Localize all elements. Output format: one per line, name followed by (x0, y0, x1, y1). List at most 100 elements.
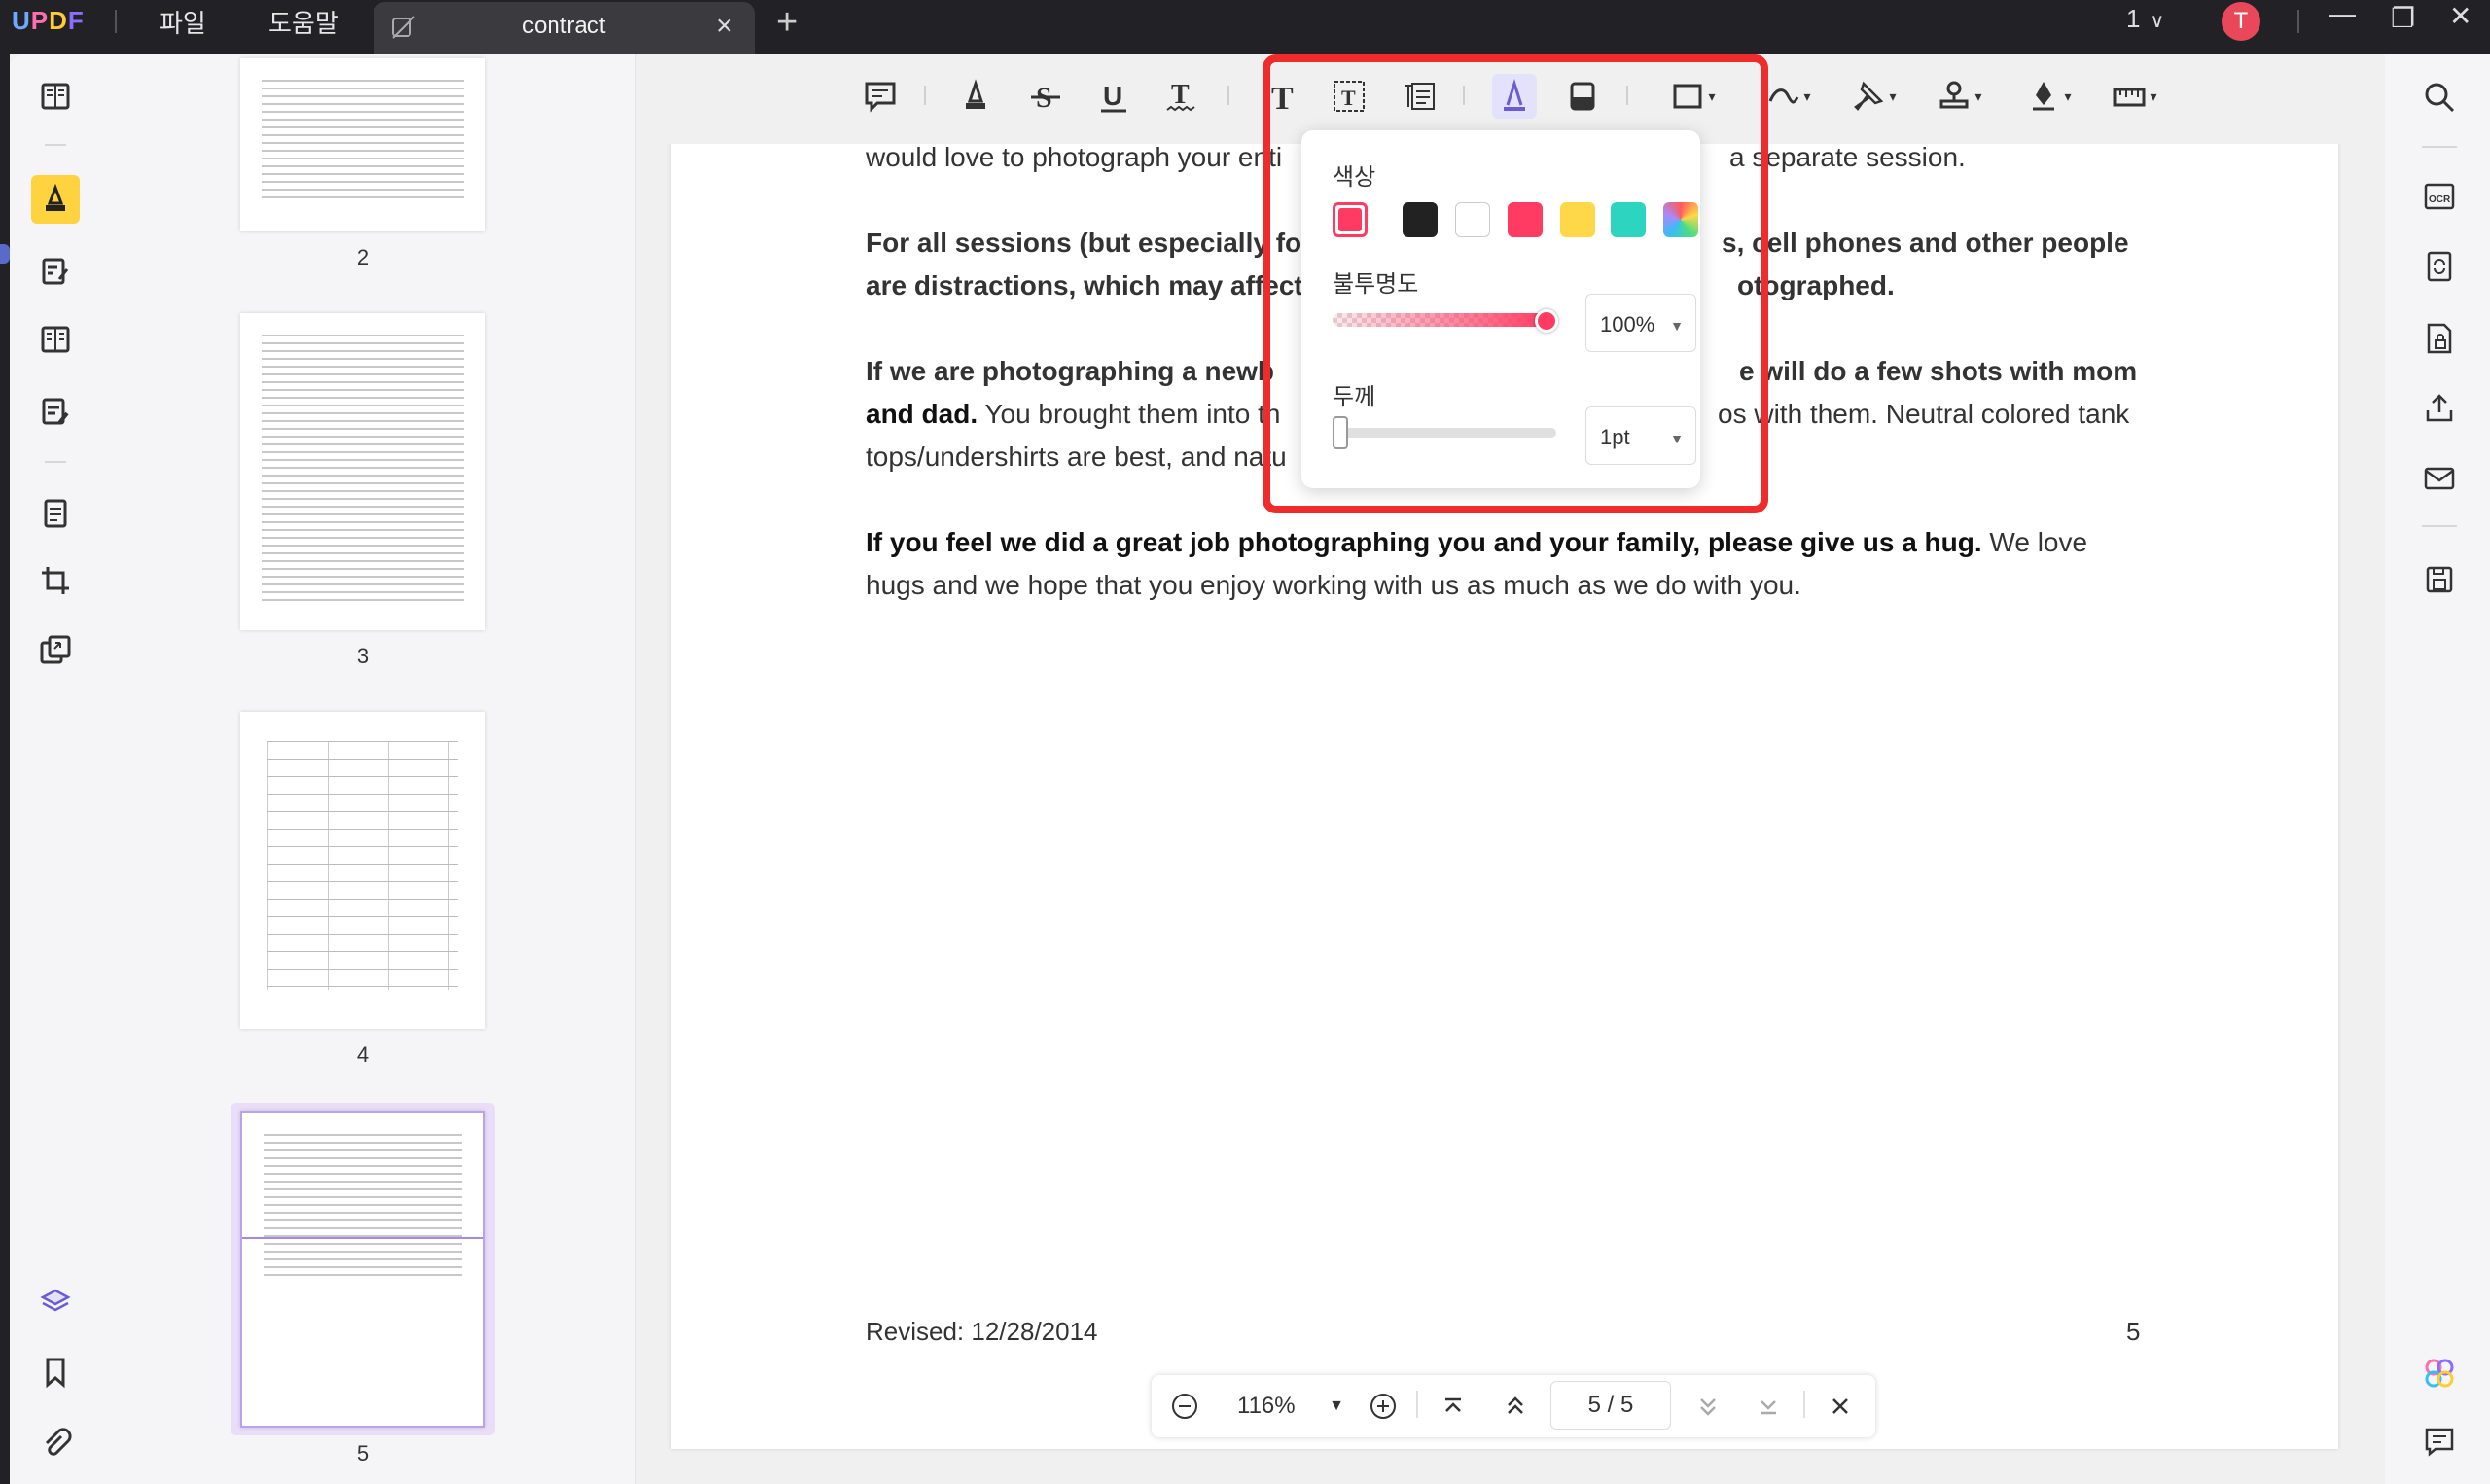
svg-text:T: T (1171, 80, 1190, 110)
color-swatch-yellow[interactable] (1560, 202, 1595, 237)
next-page-button[interactable] (1687, 1385, 1729, 1428)
comments-button[interactable] (2418, 1420, 2461, 1463)
color-label: 색상 (1333, 164, 1376, 191)
divider (45, 461, 66, 463)
email-button[interactable] (2418, 457, 2461, 500)
avatar[interactable]: T (2222, 2, 2260, 41)
shape-button[interactable]: ▾ (1663, 74, 1722, 119)
organize-pages-button[interactable] (31, 490, 80, 539)
convert-pdf-button[interactable] (2418, 245, 2461, 288)
close-navbar-button[interactable] (1819, 1385, 1862, 1428)
text-run: otographed. (1737, 270, 1895, 300)
window-count: 1 (2126, 4, 2141, 33)
underline-button[interactable]: U (1091, 74, 1136, 119)
reader-mode-button[interactable] (31, 72, 80, 121)
plus-circle-icon (1370, 1394, 1396, 1419)
protect-button[interactable] (2418, 317, 2461, 360)
opacity-slider-handle[interactable] (1535, 309, 1558, 333)
close-tab-icon[interactable]: × (716, 10, 733, 43)
document-tab[interactable]: contract × (374, 2, 755, 54)
text-button[interactable]: T (1261, 74, 1305, 119)
book-icon (41, 83, 70, 110)
opacity-value: 100% (1600, 312, 1655, 336)
rectangle-icon (1673, 84, 1702, 109)
convert-icon (2427, 251, 2452, 282)
zoom-dropdown[interactable]: ▼ (1315, 1385, 1358, 1428)
page-organize-button[interactable] (31, 315, 80, 364)
thumbnail-page-5[interactable] (240, 1111, 485, 1428)
stack-icon (40, 635, 71, 664)
stamp-button[interactable]: ▾ (1930, 74, 1988, 119)
strikethrough-button[interactable]: S (1023, 74, 1068, 119)
page-number-input[interactable]: 5 / 5 (1550, 1381, 1671, 1430)
squiggly-button[interactable]: T (1159, 74, 1204, 119)
pencil-icon (1504, 79, 1525, 111)
new-tab-button[interactable]: + (776, 2, 798, 44)
crop-button[interactable] (31, 556, 80, 605)
text-run: and dad. (866, 399, 978, 429)
close-window-button[interactable]: ✕ (2449, 0, 2472, 32)
svg-text:T: T (1341, 86, 1356, 110)
opacity-dropdown[interactable]: 100% ▼ (1585, 294, 1696, 352)
color-swatch-white[interactable] (1455, 202, 1490, 237)
menu-file[interactable]: 파일 (160, 4, 206, 40)
pencil-button[interactable] (1492, 74, 1537, 119)
text-callout-button[interactable] (1397, 74, 1441, 119)
divider (45, 144, 66, 146)
share-button[interactable] (2418, 387, 2461, 430)
zoom-level[interactable]: 116% (1237, 1393, 1296, 1420)
text-run: If we are photographing a newb (866, 356, 1275, 386)
previous-page-button[interactable] (1494, 1385, 1537, 1428)
form-button[interactable] (31, 387, 80, 436)
layers-button[interactable] (31, 1278, 80, 1326)
page-preview (267, 741, 458, 990)
window-selector[interactable]: 1 ∨ (2126, 4, 2164, 34)
thumbnail-page-4[interactable] (240, 712, 485, 1029)
color-swatch-teal[interactable] (1611, 202, 1646, 237)
textbox-button[interactable]: T (1327, 74, 1371, 119)
total-pages: 5 (1620, 1392, 1634, 1418)
convert-button[interactable] (31, 626, 80, 675)
viewport-indicator (242, 1237, 483, 1239)
opacity-slider[interactable] (1333, 313, 1548, 327)
menu-help[interactable]: 도움말 (268, 4, 338, 40)
color-swatch-selected[interactable] (1333, 202, 1368, 237)
chevron-down-icon: ∨ (2150, 11, 2165, 32)
ai-assistant-button[interactable] (2418, 1352, 2461, 1395)
attachment-button[interactable] (31, 1418, 80, 1466)
color-picker-rainbow[interactable] (1663, 202, 1698, 237)
columns-icon (41, 326, 70, 353)
zoom-out-button[interactable] (1163, 1385, 1206, 1428)
thickness-slider-handle[interactable] (1333, 416, 1348, 449)
highlight-button[interactable] (953, 74, 998, 119)
pin-button[interactable]: ▾ (1844, 74, 1903, 119)
text-run: os with them. Neutral colored tank (1718, 399, 2130, 429)
thickness-dropdown[interactable]: 1pt ▼ (1585, 406, 1696, 465)
minimize-button[interactable]: — (2329, 0, 2356, 29)
search-button[interactable] (2418, 76, 2461, 119)
lock-document-icon (2427, 323, 2452, 354)
edit-pdf-button[interactable] (31, 247, 80, 296)
thumbnail-page-2[interactable] (240, 58, 485, 231)
color-swatch-black[interactable] (1403, 202, 1438, 237)
zoom-in-button[interactable] (1362, 1385, 1405, 1428)
color-swatch-pink[interactable] (1508, 202, 1543, 237)
thumbnail-page-3[interactable] (240, 313, 485, 630)
thickness-slider[interactable] (1333, 428, 1556, 438)
last-page-button[interactable] (1747, 1385, 1790, 1428)
signature-pen-button[interactable]: ▾ (2019, 74, 2078, 119)
ocr-button[interactable]: OCR (2418, 175, 2461, 218)
sticky-note-button[interactable] (858, 74, 903, 119)
thumbnail-label: 3 (356, 644, 370, 668)
highlighter-icon (46, 183, 65, 211)
eraser-button[interactable] (1560, 74, 1605, 119)
save-button[interactable] (2418, 558, 2461, 601)
double-chevron-up-icon (1508, 1396, 1523, 1414)
restore-button[interactable]: ❐ (2391, 2, 2415, 34)
bookmark-button[interactable] (31, 1348, 80, 1396)
text-run: You brought them into th (978, 399, 1281, 429)
measure-button[interactable]: ▾ (2105, 74, 2163, 119)
signature-button[interactable]: ▾ (1759, 74, 1817, 119)
comment-mode-button[interactable] (31, 175, 80, 224)
first-page-button[interactable] (1432, 1385, 1475, 1428)
